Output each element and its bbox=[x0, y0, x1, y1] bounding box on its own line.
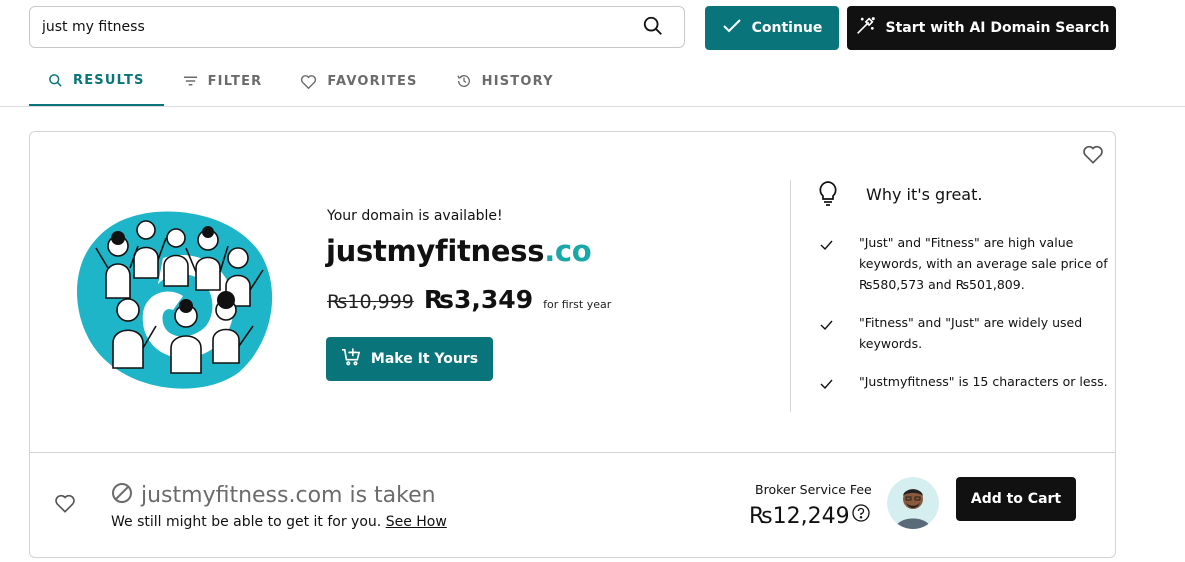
favorite-heart-icon[interactable] bbox=[54, 493, 78, 515]
tab-label: FILTER bbox=[207, 73, 263, 89]
add-to-cart-button[interactable]: Add to Cart bbox=[956, 477, 1076, 521]
lightbulb-icon bbox=[817, 180, 839, 210]
see-how-link[interactable]: See How bbox=[386, 514, 447, 530]
continue-button[interactable]: Continue bbox=[705, 6, 839, 50]
magic-wand-icon bbox=[854, 15, 876, 41]
available-domain-name: justmyfitness.co bbox=[326, 234, 592, 268]
availability-message: Your domain is available! bbox=[327, 208, 503, 224]
why-great-text: "Just" and "Fitness" are high value keyw… bbox=[859, 235, 1108, 292]
tab-label: RESULTS bbox=[73, 72, 145, 88]
cart-plus-icon bbox=[341, 348, 361, 370]
price-row: ₨10,999 ₨3,349 for first year bbox=[327, 285, 611, 314]
search-icon bbox=[48, 73, 63, 88]
help-circle-icon[interactable] bbox=[851, 504, 870, 526]
checkmark-icon bbox=[820, 315, 833, 336]
make-it-yours-button[interactable]: Make It Yours bbox=[326, 337, 493, 381]
favorite-heart-icon[interactable] bbox=[1082, 144, 1104, 166]
tab-label: HISTORY bbox=[481, 73, 554, 89]
original-price: ₨10,999 bbox=[327, 291, 414, 313]
taken-domain-subtitle: We still might be able to get it for you… bbox=[111, 514, 447, 530]
filter-icon bbox=[183, 75, 198, 87]
sale-price: ₨3,349 bbox=[423, 285, 534, 314]
tabs-divider bbox=[0, 106, 1185, 107]
domain-base: justmyfitness bbox=[326, 234, 545, 268]
tab-results[interactable]: RESULTS bbox=[29, 56, 164, 106]
domain-tld: .co bbox=[544, 234, 592, 268]
domain-search-box bbox=[29, 6, 685, 48]
ai-domain-search-button[interactable]: Start with AI Domain Search bbox=[847, 6, 1116, 50]
tab-filter[interactable]: FILTER bbox=[164, 56, 282, 106]
tab-history[interactable]: HISTORY bbox=[437, 56, 573, 106]
history-icon bbox=[456, 73, 472, 89]
domain-search-input[interactable] bbox=[42, 7, 622, 47]
why-great-text: "Justmyfitness" is 15 characters or less… bbox=[859, 374, 1108, 389]
taken-subtitle-text: We still might be able to get it for you… bbox=[111, 514, 382, 530]
broker-fee-label: Broker Service Fee bbox=[755, 482, 872, 497]
continue-label: Continue bbox=[751, 20, 823, 36]
why-great-item: "Just" and "Fitness" are high value keyw… bbox=[816, 232, 1116, 295]
why-great-item: "Justmyfitness" is 15 characters or less… bbox=[816, 371, 1116, 392]
why-great-list: "Just" and "Fitness" are high value keyw… bbox=[816, 232, 1116, 409]
results-tabs: RESULTS FILTER FAVORITES HISTORY bbox=[29, 56, 573, 106]
ai-domain-search-label: Start with AI Domain Search bbox=[885, 20, 1110, 36]
domain-result-card: Your domain is available! justmyfitness.… bbox=[29, 131, 1116, 558]
make-it-yours-label: Make It Yours bbox=[370, 351, 479, 367]
search-icon[interactable] bbox=[642, 15, 666, 39]
broker-fee-price: ₨12,249 bbox=[749, 504, 870, 529]
why-great-title: Why it's great. bbox=[866, 185, 983, 204]
heart-icon bbox=[300, 74, 317, 89]
tab-favorites[interactable]: FAVORITES bbox=[281, 56, 436, 106]
why-great-text: "Fitness" and "Just" are widely used key… bbox=[859, 315, 1083, 351]
checkmark-icon bbox=[820, 374, 833, 395]
why-great-item: "Fitness" and "Just" are widely used key… bbox=[816, 312, 1116, 354]
crowd-illustration bbox=[68, 198, 278, 393]
price-term-note: for first year bbox=[543, 298, 612, 311]
card-divider bbox=[30, 452, 1115, 453]
broker-avatar bbox=[887, 477, 939, 529]
broker-fee-amount: ₨12,249 bbox=[749, 504, 850, 529]
unavailable-icon bbox=[111, 482, 133, 508]
taken-domain-row: justmyfitness.com is taken bbox=[111, 482, 436, 508]
vertical-divider bbox=[790, 180, 791, 412]
taken-domain-title: justmyfitness.com is taken bbox=[141, 482, 436, 508]
checkmark-icon bbox=[820, 235, 833, 256]
checkmark-icon bbox=[722, 18, 742, 38]
tab-label: FAVORITES bbox=[327, 73, 418, 89]
